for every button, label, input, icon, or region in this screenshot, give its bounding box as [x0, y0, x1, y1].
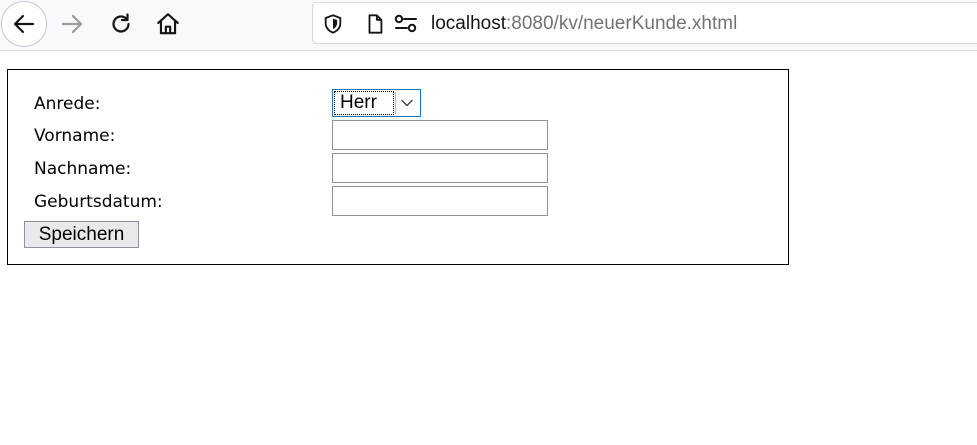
lastname-input[interactable] [332, 153, 548, 183]
firstname-label: Vorname: [34, 126, 116, 146]
forward-arrow-icon [61, 14, 83, 34]
salutation-label: Anrede: [34, 94, 101, 114]
forward-button[interactable] [52, 4, 92, 44]
home-icon [157, 13, 179, 35]
salutation-selected-value: Herr [334, 91, 394, 115]
select-separator [395, 92, 396, 114]
salutation-select[interactable]: Herr [332, 89, 421, 117]
reload-button[interactable] [101, 4, 141, 44]
lastname-label: Nachname: [34, 159, 132, 179]
reload-icon [112, 13, 130, 33]
url-text[interactable]: localhost:8080/kv/neuerKunde.xhtml [431, 13, 737, 35]
chevron-down-icon[interactable] [399, 96, 415, 110]
address-bar[interactable]: localhost:8080/kv/neuerKunde.xhtml [312, 2, 977, 44]
save-button[interactable]: Speichern [24, 221, 139, 248]
back-button[interactable] [1, 1, 47, 47]
page-icon[interactable] [364, 13, 386, 35]
browser-toolbar: localhost:8080/kv/neuerKunde.xhtml [0, 0, 977, 51]
firstname-input[interactable] [332, 120, 548, 150]
url-path: :8080/kv/neuerKunde.xhtml [506, 13, 738, 34]
home-button[interactable] [148, 4, 188, 44]
back-arrow-icon [13, 14, 35, 34]
url-host: localhost [431, 13, 506, 34]
shield-icon[interactable] [322, 13, 344, 35]
birthdate-input[interactable] [332, 186, 548, 216]
birthdate-label: Geburtsdatum: [34, 192, 163, 212]
permissions-icon[interactable] [393, 13, 419, 35]
new-customer-form: Anrede: Herr Vorname: Nachname: Geburtsd… [7, 69, 789, 265]
